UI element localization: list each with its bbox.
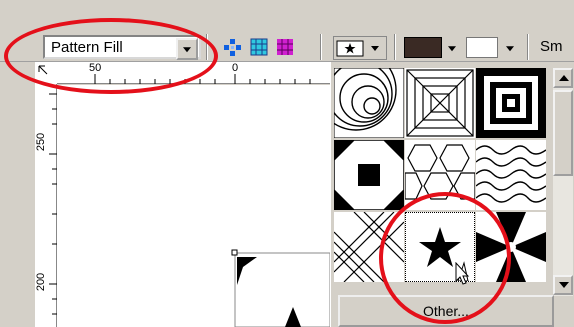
background-color-swatch[interactable] [466, 37, 498, 58]
pattern-wavy-lines[interactable] [475, 140, 547, 210]
chevron-down-icon [559, 282, 569, 288]
toolbar-separator [320, 34, 322, 60]
highlight-ring [4, 18, 218, 94]
smooth-option-label[interactable]: Sm [540, 38, 563, 55]
background-color-dropdown[interactable] [504, 38, 516, 58]
workspace-margin [0, 62, 35, 327]
selection-handle [231, 249, 238, 256]
drawing-canvas[interactable] [57, 85, 330, 327]
ruler-label: 250 [35, 132, 48, 152]
pattern-concentric-squares[interactable] [476, 68, 546, 138]
grid-blue-icon[interactable] [248, 36, 270, 58]
toolbar-separator [527, 34, 529, 60]
pattern-square-tunnel[interactable] [405, 68, 475, 138]
star-pattern-icon [336, 40, 379, 57]
scroll-down-button[interactable] [553, 275, 573, 295]
scroll-up-button[interactable] [553, 68, 573, 88]
ruler-label: 200 [35, 272, 48, 292]
pattern-concentric-arcs[interactable] [315, 49, 405, 139]
chevron-up-icon [559, 75, 569, 81]
diamond-dots-icon[interactable] [221, 36, 243, 58]
ruler-label: 0 [232, 62, 239, 74]
highlight-ring [379, 192, 511, 324]
scroll-thumb[interactable] [553, 90, 573, 176]
pattern-picker-button[interactable] [333, 36, 387, 60]
foreground-color-swatch[interactable] [404, 37, 442, 58]
foreground-color-dropdown[interactable] [446, 38, 458, 58]
selected-object [234, 252, 330, 327]
pattern-octagon-tile[interactable] [333, 139, 405, 211]
chevron-down-icon [506, 46, 514, 52]
vertical-ruler[interactable]: 250 200 [35, 84, 57, 327]
toolbar-separator [394, 34, 396, 60]
chevron-down-icon [448, 46, 456, 52]
grid-magenta-icon[interactable] [274, 36, 296, 58]
